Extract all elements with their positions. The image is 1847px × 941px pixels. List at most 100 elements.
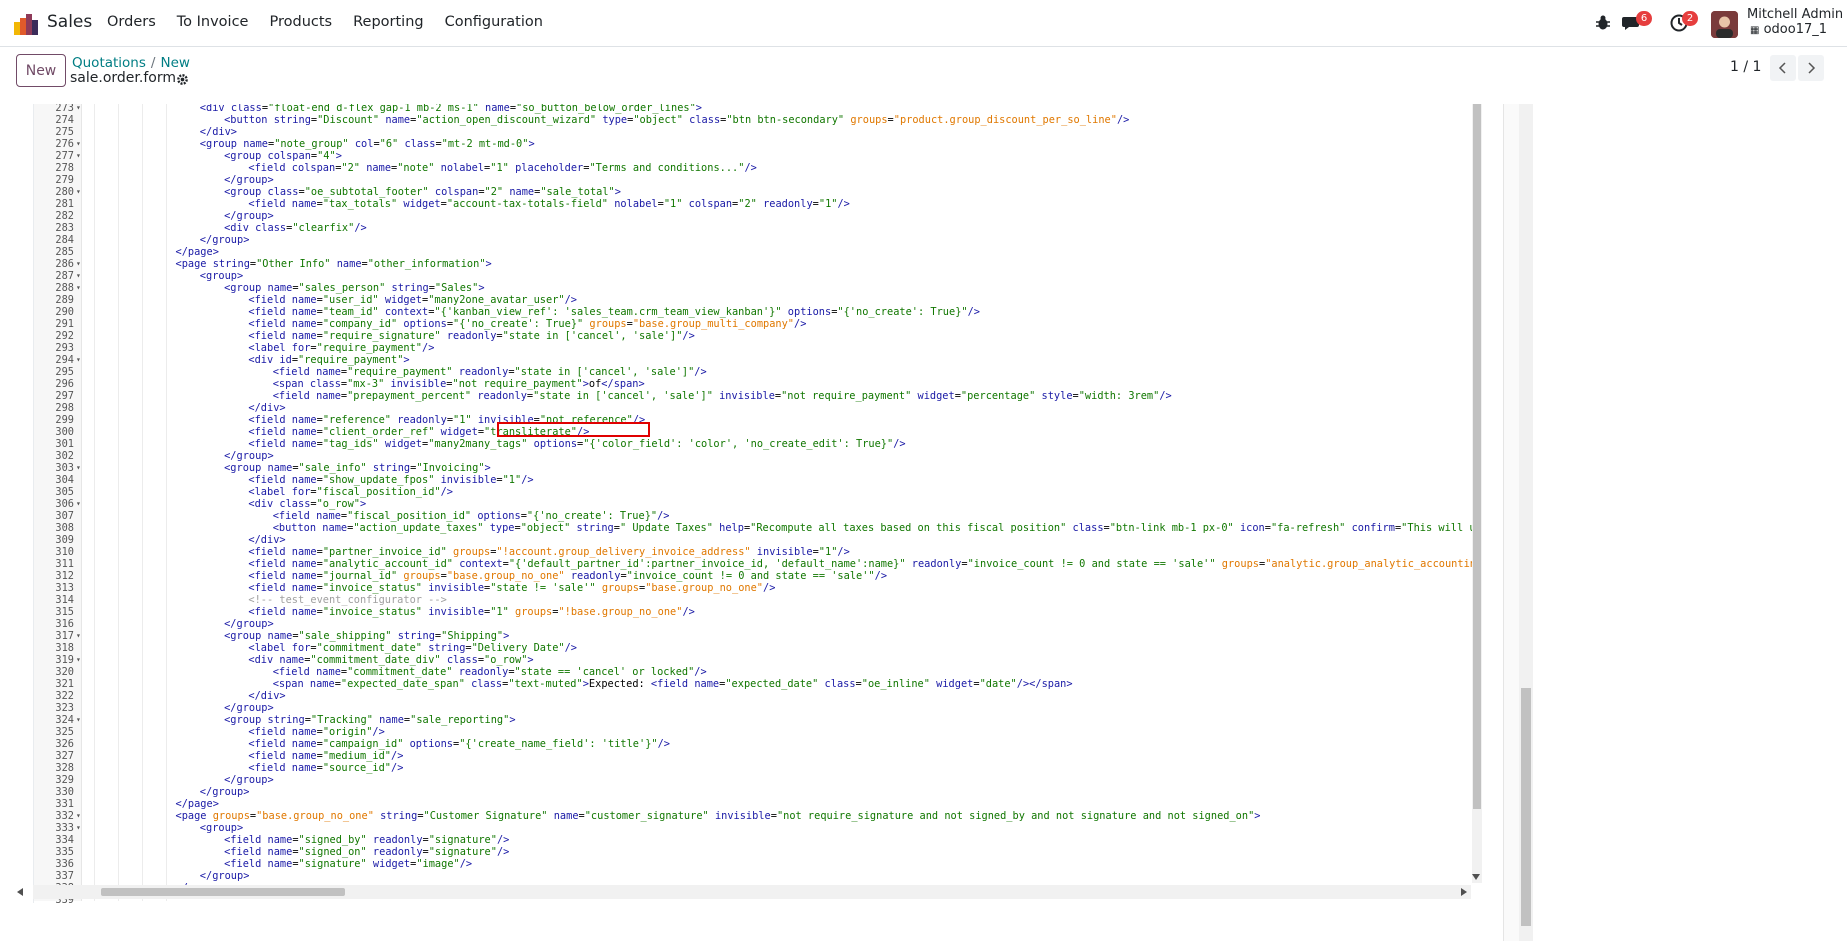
fold-toggle-icon[interactable]: ▾ <box>76 498 81 510</box>
code-line[interactable]: 287 ▾ <group> <box>34 270 1474 282</box>
code-line[interactable]: 309 </div> <box>34 534 1474 546</box>
code-line[interactable]: 316 </group> <box>34 618 1474 630</box>
pager-value[interactable]: 1 / 1 <box>1730 59 1761 75</box>
code-line[interactable]: 318 <label for="commitment_date" string="… <box>34 642 1474 654</box>
code-line[interactable]: 304 <field name="show_update_fpos" invisi… <box>34 474 1474 486</box>
code-line[interactable]: 313 <field name="invoice_status" invisibl… <box>34 582 1474 594</box>
code-line[interactable]: 326 <field name="campaign_id" options="{'… <box>34 738 1474 750</box>
scroll-right-arrow-icon[interactable] <box>1461 888 1467 896</box>
fold-toggle-icon[interactable]: ▾ <box>76 810 81 822</box>
code-line[interactable]: 279 </group> <box>34 174 1474 186</box>
editor-vertical-scrollbar-thumb[interactable] <box>1473 104 1481 809</box>
pager-next-button[interactable] <box>1798 55 1824 81</box>
bug-icon[interactable] <box>1593 13 1613 33</box>
code-line[interactable]: 334 <field name="signed_by" readonly="sig… <box>34 834 1474 846</box>
code-line[interactable]: 325 <field name="origin"/> <box>34 726 1474 738</box>
fold-toggle-icon[interactable]: ▾ <box>76 104 81 114</box>
code-line[interactable]: 333 ▾ <group> <box>34 822 1474 834</box>
sales-app-icon[interactable] <box>14 13 38 35</box>
code-line[interactable]: 324 ▾ <group string="Tracking" name="sale_… <box>34 714 1474 726</box>
code-line[interactable]: 315 <field name="invoice_status" invisibl… <box>34 606 1474 618</box>
code-line[interactable]: 327 <field name="medium_id"/> <box>34 750 1474 762</box>
code-line[interactable]: 292 <field name="require_signature" reado… <box>34 330 1474 342</box>
code-line[interactable]: 284 </group> <box>34 234 1474 246</box>
code-line[interactable]: 285 </page> <box>34 246 1474 258</box>
pager-previous-button[interactable] <box>1770 55 1796 81</box>
code-line[interactable]: 289 <field name="user_id" widget="many2on… <box>34 294 1474 306</box>
code-line[interactable]: 332 ▾ <page groups="base.group_no_one" str… <box>34 810 1474 822</box>
code-line[interactable]: 305 <label for="fiscal_position_id"/> <box>34 486 1474 498</box>
code-line[interactable]: 336 <field name="signature" widget="image… <box>34 858 1474 870</box>
scroll-left-arrow-icon[interactable] <box>17 888 23 896</box>
code-line[interactable]: 320 <field name="commitment_date" readonl… <box>34 666 1474 678</box>
avatar[interactable] <box>1711 11 1738 38</box>
menu-products[interactable]: Products <box>269 14 332 30</box>
code-line[interactable]: 317 ▾ <group name="sale_shipping" string="… <box>34 630 1474 642</box>
code-line[interactable]: 302 </group> <box>34 450 1474 462</box>
code-line[interactable]: 290 <field name="team_id" context="{'kanb… <box>34 306 1474 318</box>
code-line[interactable]: 311 <field name="analytic_account_id" con… <box>34 558 1476 570</box>
fold-toggle-icon[interactable]: ▾ <box>76 138 81 150</box>
fold-toggle-icon[interactable]: ▾ <box>76 270 81 282</box>
code-line[interactable]: 282 </group> <box>34 210 1474 222</box>
menu-reporting[interactable]: Reporting <box>353 14 424 30</box>
code-line[interactable]: 299 <field name="reference" readonly="1" … <box>34 414 1474 426</box>
code-line[interactable]: 312 <field name="journal_id" groups="base… <box>34 570 1474 582</box>
fold-toggle-icon[interactable]: ▾ <box>76 354 81 366</box>
code-line[interactable]: 277 ▾ <group colspan="4"> <box>34 150 1474 162</box>
code-line[interactable]: 335 <field name="signed_on" readonly="sig… <box>34 846 1474 858</box>
fold-toggle-icon[interactable]: ▾ <box>76 282 81 294</box>
menu-to-invoice[interactable]: To Invoice <box>177 14 249 30</box>
code-line[interactable]: 331 </page> <box>34 798 1474 810</box>
code-line[interactable]: 298 </div> <box>34 402 1474 414</box>
breadcrumb-quotations[interactable]: Quotations <box>72 55 146 71</box>
scroll-down-arrow-icon[interactable] <box>1472 874 1480 880</box>
code-line[interactable]: 314 <!-- test_event_configurator --> <box>34 594 1474 606</box>
code-line[interactable]: 300 <field name="client_order_ref" widget… <box>34 426 1474 438</box>
code-line[interactable]: 294 ▾ <div id="require_payment"> <box>34 354 1474 366</box>
code-line[interactable]: 337 </group> <box>34 870 1474 882</box>
fold-toggle-icon[interactable]: ▾ <box>76 150 81 162</box>
page-vertical-scrollbar-thumb[interactable] <box>1521 688 1531 926</box>
code-line[interactable]: 306 ▾ <div class="o_row"> <box>34 498 1474 510</box>
fold-toggle-icon[interactable]: ▾ <box>76 654 81 666</box>
code-line[interactable]: 296 <span class="mx-3" invisible="not req… <box>34 378 1474 390</box>
code-line[interactable]: 283 <div class="clearfix"/> <box>34 222 1474 234</box>
code-line[interactable]: 321 <span name="expected_date_span" class… <box>34 678 1474 690</box>
page-vertical-scrollbar[interactable] <box>1519 104 1533 941</box>
user-name[interactable]: Mitchell Admin <box>1747 7 1843 22</box>
fold-toggle-icon[interactable]: ▾ <box>76 462 81 474</box>
app-name[interactable]: Sales <box>47 12 92 32</box>
editor-horizontal-scrollbar-thumb[interactable] <box>101 888 345 896</box>
fold-toggle-icon[interactable]: ▾ <box>76 714 81 726</box>
editor-horizontal-scrollbar[interactable] <box>33 885 1471 899</box>
menu-configuration[interactable]: Configuration <box>445 14 543 30</box>
code-line[interactable]: 328 <field name="source_id"/> <box>34 762 1474 774</box>
code-line[interactable]: 276 ▾ <group name="note_group" col="6" cla… <box>34 138 1474 150</box>
code-line[interactable]: 280 ▾ <group class="oe_subtotal_footer" co… <box>34 186 1474 198</box>
code-line[interactable]: 297 <field name="prepayment_percent" read… <box>34 390 1474 402</box>
code-line[interactable]: 330 </group> <box>34 786 1474 798</box>
code-line[interactable]: 291 <field name="company_id" options="{'n… <box>34 318 1474 330</box>
code-line[interactable]: 319 ▾ <div name="commitment_date_div" clas… <box>34 654 1474 666</box>
code-line[interactable]: 310 <field name="partner_invoice_id" grou… <box>34 546 1474 558</box>
fold-toggle-icon[interactable]: ▾ <box>76 258 81 270</box>
code-content[interactable]: 273 ▾ <div class="float-end d-flex gap-1 m… <box>34 104 1484 903</box>
code-line[interactable]: 323 </group> <box>34 702 1474 714</box>
code-line[interactable]: 303 ▾ <group name="sale_info" string="Invo… <box>34 462 1474 474</box>
code-line[interactable]: 275 </div> <box>34 126 1474 138</box>
code-line[interactable]: 307 <field name="fiscal_position_id" opti… <box>34 510 1474 522</box>
code-line[interactable]: 329 </group> <box>34 774 1474 786</box>
code-line[interactable]: 286 ▾ <page string="Other Info" name="othe… <box>34 258 1474 270</box>
code-line[interactable]: 293 <label for="require_payment"/> <box>34 342 1474 354</box>
code-line[interactable]: 281 <field name="tax_totals" widget="acco… <box>34 198 1474 210</box>
code-line[interactable]: 274 <button string="Discount" name="actio… <box>34 114 1474 126</box>
code-line[interactable]: 301 <field name="tag_ids" widget="many2ma… <box>34 438 1474 450</box>
new-button[interactable]: New <box>16 54 66 87</box>
code-line[interactable]: 295 <field name="require_payment" readonl… <box>34 366 1474 378</box>
code-line[interactable]: 288 ▾ <group name="sales_person" string="S… <box>34 282 1474 294</box>
fold-toggle-icon[interactable]: ▾ <box>76 822 81 834</box>
editor-vertical-scrollbar[interactable] <box>1472 104 1482 883</box>
code-line[interactable]: 273 ▾ <div class="float-end d-flex gap-1 m… <box>34 104 1474 114</box>
arch-code-editor[interactable]: 273 ▾ <div class="float-end d-flex gap-1 m… <box>33 104 1484 903</box>
